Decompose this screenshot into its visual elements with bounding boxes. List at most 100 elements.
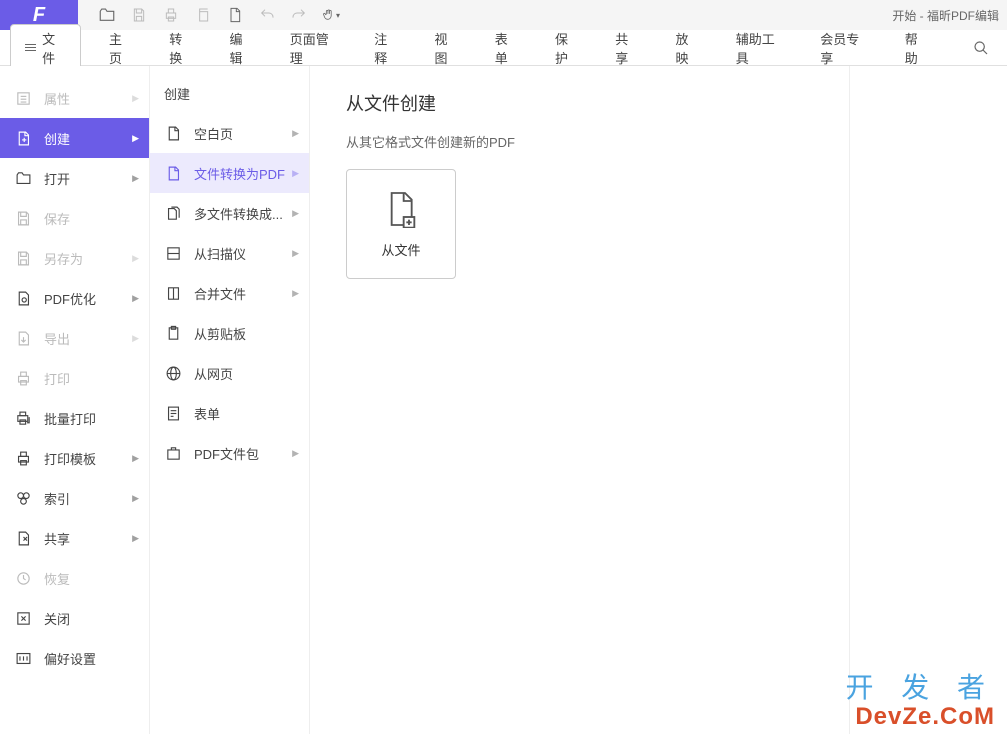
tab-accessibility[interactable]: 辅助工具 [718,30,802,66]
chevron-right-icon: ▶ [292,248,299,259]
copy-icon[interactable] [194,6,212,24]
backstage-item-label: 索引 [44,489,70,508]
new-doc-icon [14,129,32,147]
print-template-icon [14,449,32,467]
panel-title: 从文件创建 [346,90,813,116]
backstage-item-print: 打印 [0,358,149,398]
backstage-item-label: 批量打印 [44,409,96,428]
backstage-item-batch-print[interactable]: 批量打印 [0,398,149,438]
tab-edit[interactable]: 编辑 [212,30,272,66]
backstage-item-label: 另存为 [44,249,83,268]
tab-home[interactable]: 主页 [91,30,151,66]
create-option-label: 从网页 [194,364,233,383]
search-icon[interactable] [955,30,1007,66]
panel-subtitle: 从其它格式文件创建新的PDF [346,132,813,151]
from-file-tile[interactable]: 从文件 [346,169,456,279]
tab-share[interactable]: 共享 [597,30,657,66]
backstage-item-label: 关闭 [44,609,70,628]
create-option-blank[interactable]: 空白页 ▶ [150,113,309,153]
create-option-label: 多文件转换成... [194,204,283,223]
chevron-right-icon: ▶ [132,133,139,144]
chevron-right-icon: ▶ [132,173,139,184]
backstage-item-save: 保存 [0,198,149,238]
backstage-item-label: 打开 [44,169,70,188]
save-as-icon [14,249,32,267]
create-option-form[interactable]: 表单 [150,393,309,433]
convert-icon [164,164,182,182]
tab-form[interactable]: 表单 [477,30,537,66]
backstage-item-export: 导出 ▶ [0,318,149,358]
chevron-right-icon: ▶ [132,333,139,344]
create-option-portfolio[interactable]: PDF文件包▶ [150,433,309,473]
ribbon-tabs: 文件 主页 转换 编辑 页面管理 注释 视图 表单 保护 共享 放映 辅助工具 … [0,30,1007,66]
title-bar: F ▾ 开始 - 福昕PDF编辑 [0,0,1007,30]
backstage-item-label: 恢复 [44,569,70,588]
backstage-item-print-template[interactable]: 打印模板▶ [0,438,149,478]
tab-page-manage[interactable]: 页面管理 [272,30,356,66]
tab-vip[interactable]: 会员专享 [802,30,886,66]
create-option-multi[interactable]: 多文件转换成...▶ [150,193,309,233]
create-option-scanner[interactable]: 从扫描仪 ▶ [150,233,309,273]
chevron-right-icon: ▶ [132,533,139,544]
redo-icon[interactable] [290,6,308,24]
backstage-item-save-as: 另存为▶ [0,238,149,278]
backstage-item-prefs[interactable]: 偏好设置 [0,638,149,678]
backstage-nav: 属性▶创建▶打开▶保存另存为▶PDF优化▶导出▶打印批量打印打印模板▶索引▶共享… [0,66,150,734]
tile-label: 从文件 [381,240,420,259]
open-icon [14,169,32,187]
save-icon[interactable] [130,6,148,24]
create-option-clipboard[interactable]: 从剪贴板 [150,313,309,353]
clipboard-icon [164,324,182,342]
submenu-header: 创建 [150,84,309,113]
tab-view[interactable]: 视图 [417,30,477,66]
new-doc-icon[interactable] [226,6,244,24]
backstage-item-label: 偏好设置 [44,649,96,668]
restore-icon [14,569,32,587]
chevron-right-icon: ▶ [292,128,299,139]
web-icon [164,364,182,382]
backstage-item-share[interactable]: 共享 ▶ [0,518,149,558]
chevron-right-icon: ▶ [132,493,139,504]
backstage-item-close-doc[interactable]: 关闭 [0,598,149,638]
quick-access-toolbar: ▾ [78,6,340,24]
create-option-convert[interactable]: 文件转换为PDF▶ [150,153,309,193]
backstage-item-new-doc[interactable]: 创建 ▶ [0,118,149,158]
chevron-right-icon: ▶ [132,93,139,104]
tab-convert[interactable]: 转换 [151,30,211,66]
tab-present[interactable]: 放映 [658,30,718,66]
open-folder-icon[interactable] [98,6,116,24]
create-option-label: 从扫描仪 [194,244,246,263]
backstage-item-label: 共享 [44,529,70,548]
hand-tool-icon[interactable]: ▾ [322,6,340,24]
backstage-view: 属性▶创建▶打开▶保存另存为▶PDF优化▶导出▶打印批量打印打印模板▶索引▶共享… [0,66,1007,734]
print-icon[interactable] [162,6,180,24]
backstage-item-label: 导出 [44,329,70,348]
tab-help[interactable]: 帮助 [887,30,947,66]
optimize-icon [14,289,32,307]
backstage-item-index[interactable]: 索引 ▶ [0,478,149,518]
backstage-item-open[interactable]: 打开 ▶ [0,158,149,198]
backstage-item-label: PDF优化 [44,289,96,308]
hamburger-icon [25,44,36,51]
backstage-item-optimize[interactable]: PDF优化 ▶ [0,278,149,318]
chevron-right-icon: ▶ [292,448,299,459]
document-plus-icon [385,190,417,228]
backstage-item-label: 属性 [44,89,70,108]
file-menu-button[interactable]: 文件 [10,24,81,72]
backstage-item-label: 保存 [44,209,70,228]
file-menu-label: 文件 [42,29,66,67]
backstage-item-label: 创建 [44,129,70,148]
chevron-right-icon: ▶ [132,293,139,304]
form-icon [164,404,182,422]
export-icon [14,329,32,347]
multi-icon [164,204,182,222]
create-option-merge[interactable]: 合并文件▶ [150,273,309,313]
share-icon [14,529,32,547]
undo-icon[interactable] [258,6,276,24]
window-title: 开始 - 福昕PDF编辑 [892,7,1007,24]
tab-protect[interactable]: 保护 [537,30,597,66]
create-option-web[interactable]: 从网页 [150,353,309,393]
tab-comment[interactable]: 注释 [356,30,416,66]
create-option-label: 空白页 [194,124,233,143]
create-option-label: 从剪贴板 [194,324,246,343]
